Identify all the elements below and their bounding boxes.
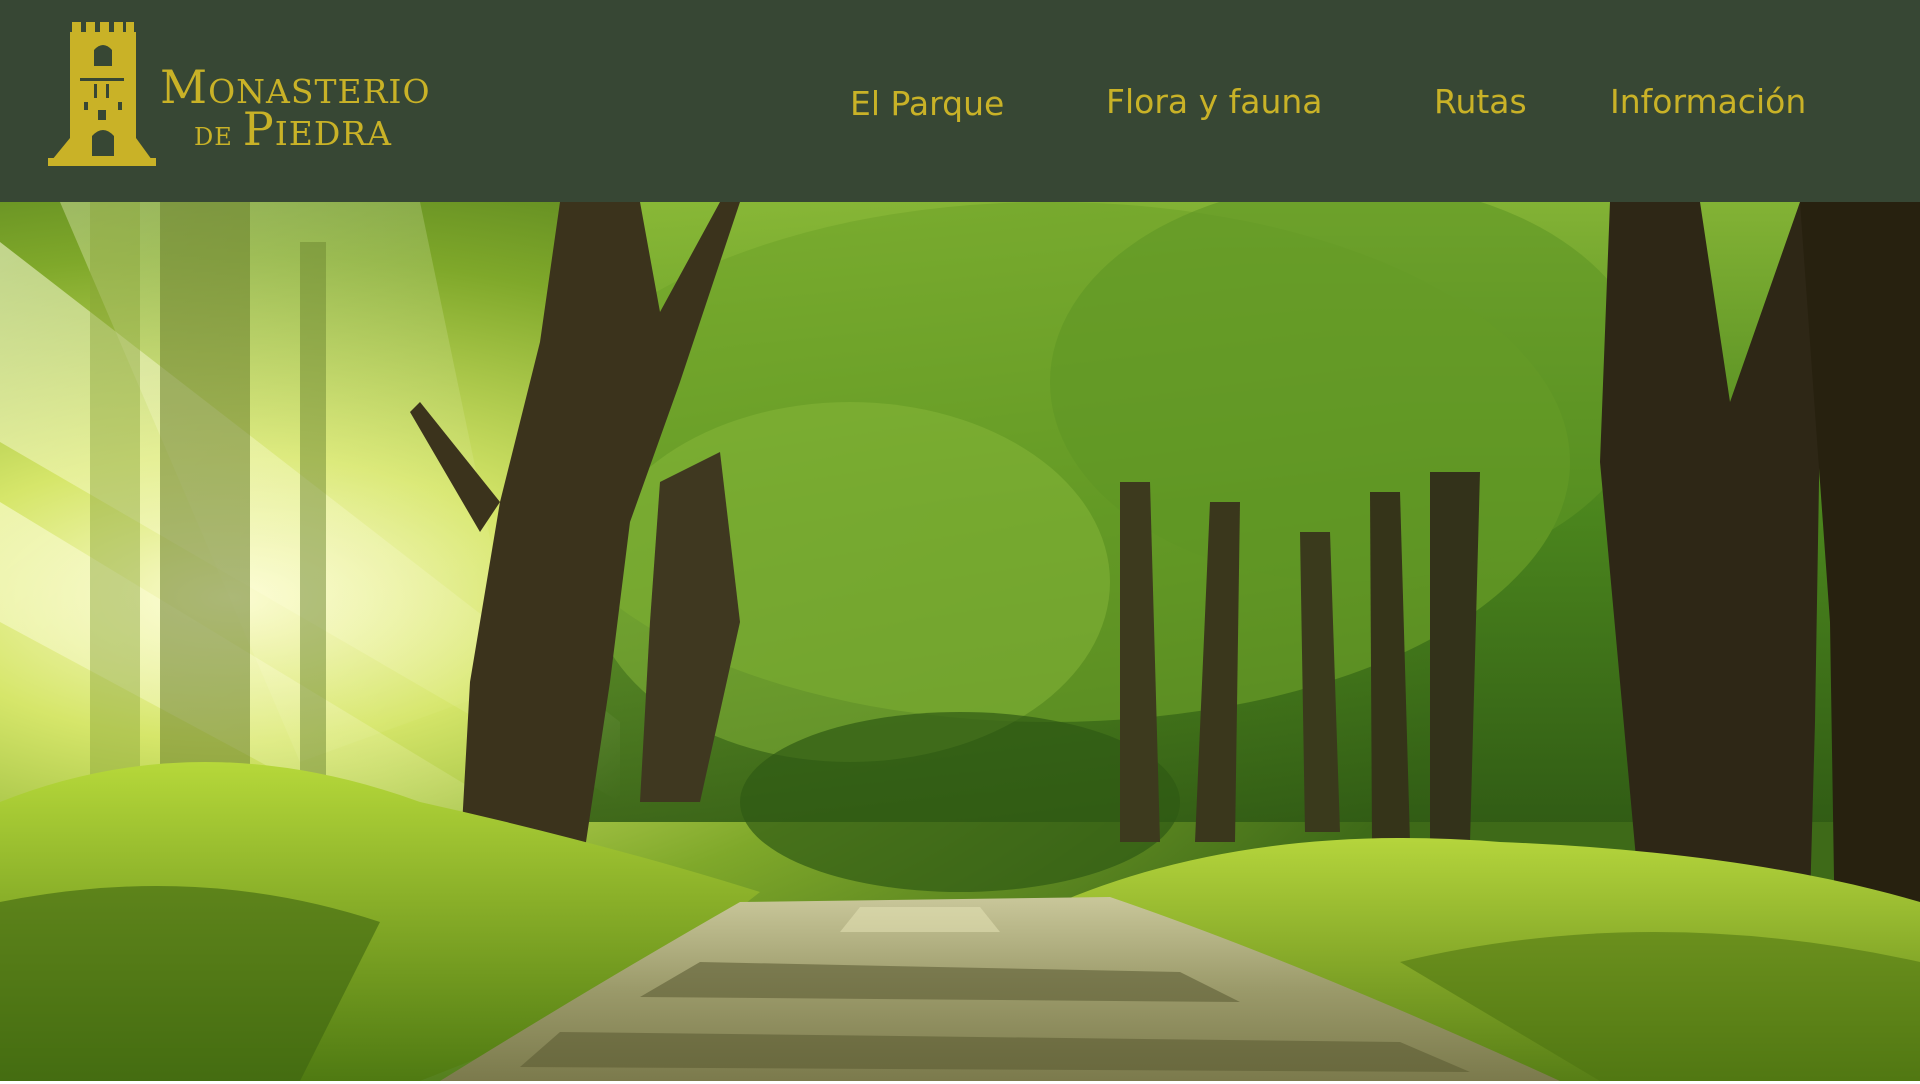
hero-banner: [0, 202, 1920, 1081]
forest-road-photo: [0, 202, 1920, 1081]
main-nav: El Parque Flora y fauna Rutas Informació…: [0, 78, 1920, 128]
nav-el-parque[interactable]: El Parque: [850, 80, 1004, 128]
nav-rutas[interactable]: Rutas: [1434, 78, 1527, 126]
site-header: MONASTERIO DE PIEDRA El Parque Flora y fa…: [0, 0, 1920, 202]
nav-informacion[interactable]: Información: [1610, 78, 1806, 126]
nav-flora-y-fauna[interactable]: Flora y fauna: [1106, 78, 1323, 126]
